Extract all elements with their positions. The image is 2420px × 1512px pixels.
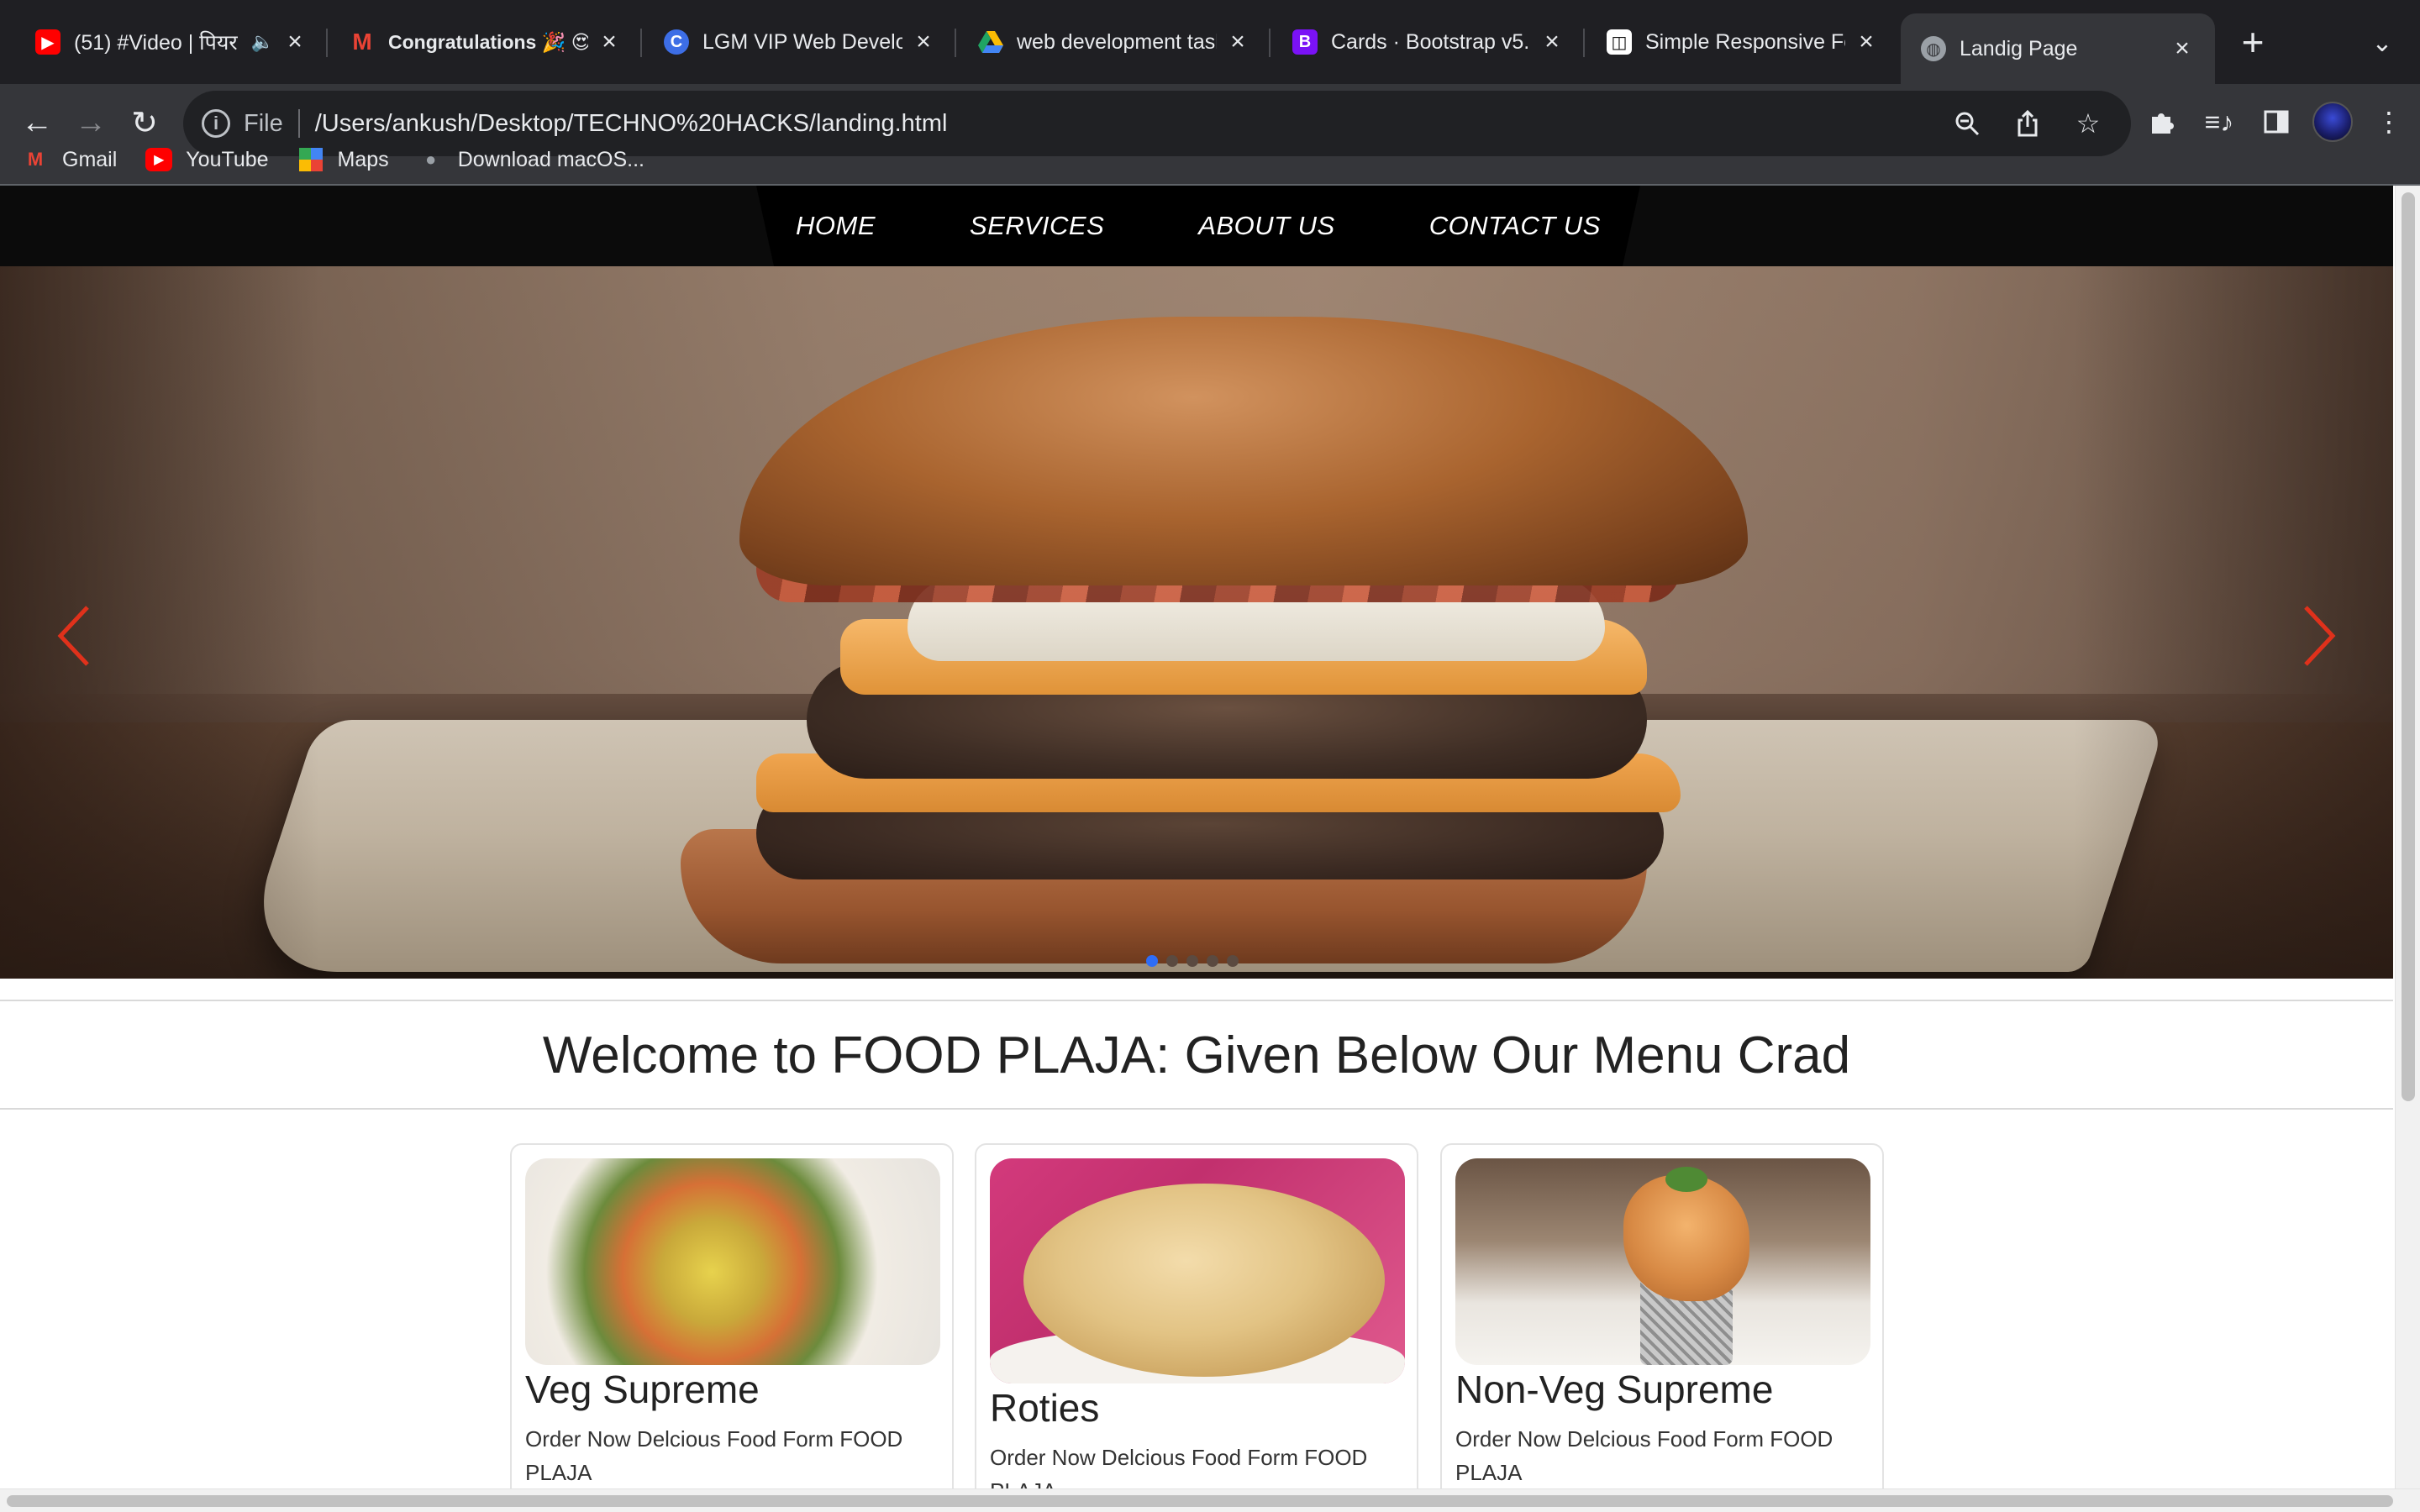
bookmark-gmail[interactable]: M Gmail [22, 148, 117, 172]
carousel-indicator[interactable] [1186, 955, 1198, 967]
carousel-prev-button[interactable] [44, 598, 103, 674]
tab-separator [1269, 29, 1270, 57]
tab-google-drive[interactable]: web development task × [958, 13, 1270, 71]
new-tab-button[interactable]: + [2232, 18, 2274, 66]
tab-lgm[interactable]: C LGM VIP Web Develop × [644, 13, 956, 71]
apple-icon: ● [425, 149, 437, 170]
tab-title: Simple Responsive Fo [1645, 29, 1845, 54]
tab-title: Landig Page [1960, 36, 2078, 60]
tab-title: (51) #Video | पियर [74, 31, 238, 55]
tab-separator [640, 29, 642, 57]
carousel-indicator[interactable] [1207, 955, 1218, 967]
herb-garnish [1665, 1167, 1707, 1192]
bookmarks-bar: M Gmail ▶ YouTube Maps ● Download macOS.… [0, 136, 2420, 183]
bootstrap-icon: B [1292, 29, 1318, 55]
globe-icon: ◍ [1921, 36, 1946, 61]
scrollbar-thumb[interactable] [7, 1495, 2393, 1507]
tab-title: web development task [1017, 29, 1217, 54]
google-drive-icon [978, 29, 1003, 55]
tab-separator [326, 29, 328, 57]
chevron-right-icon [2304, 606, 2336, 666]
carousel-next-button[interactable] [2291, 598, 2349, 674]
tab-codepen[interactable]: ◫ Simple Responsive Fo × [1586, 13, 1899, 71]
close-tab-icon[interactable]: × [597, 28, 622, 55]
divider [0, 1000, 2393, 1001]
carousel-indicators [1146, 955, 1239, 967]
close-tab-icon[interactable]: × [282, 28, 308, 55]
bookmark-label: Maps [337, 147, 389, 171]
menu-card-veg-supreme[interactable]: Veg Supreme Order Now Delcious Food Form… [510, 1143, 954, 1512]
bookmark-label: YouTube [186, 147, 269, 171]
card-title: Veg Supreme [525, 1368, 760, 1411]
tab-strip: ▶ (51) #Video | पियर 🔈 × M Congratulatio… [0, 0, 2420, 84]
tab-youtube-video[interactable]: ▶ (51) #Video | पियर 🔈 × [15, 13, 328, 71]
tab-title: Cards · Bootstrap v5. [1331, 29, 1530, 54]
nav-about-us-link[interactable]: ABOUT US [1198, 211, 1334, 241]
tab-title: Congratulations 🎉 😍 [388, 30, 588, 53]
bookmark-maps[interactable]: Maps [297, 148, 389, 172]
fried-chicken [1623, 1175, 1749, 1301]
puri [1023, 1184, 1385, 1377]
bookmark-download-macos[interactable]: ● Download macOS... [418, 148, 644, 172]
info-icon[interactable]: i [202, 109, 230, 138]
card-image-puri [990, 1158, 1405, 1383]
tab-title: LGM VIP Web Develop [702, 29, 902, 54]
close-tab-icon[interactable]: × [1225, 28, 1250, 55]
tab-gmail[interactable]: M Congratulations 🎉 😍 × [329, 13, 642, 71]
url-text[interactable]: /Users/ankush/Desktop/TECHNO%20HACKS/lan… [315, 110, 948, 138]
divider [0, 1108, 2393, 1110]
bookmark-youtube[interactable]: ▶ YouTube [145, 147, 269, 172]
hero-carousel [0, 266, 2393, 979]
card-image-fried-chicken [1455, 1158, 1870, 1365]
close-tab-icon[interactable]: × [2170, 34, 2195, 62]
close-tab-icon[interactable]: × [1539, 28, 1565, 55]
maps-icon [297, 148, 324, 171]
carousel-indicator[interactable] [1146, 955, 1158, 967]
nav-menu: HOME SERVICES ABOUT US CONTACT US [756, 186, 1640, 266]
lgm-icon: C [664, 29, 689, 55]
codepen-icon: ◫ [1607, 29, 1632, 55]
chevron-down-icon[interactable]: ⌄ [2361, 22, 2403, 64]
site-navbar: HOME SERVICES ABOUT US CONTACT US [0, 186, 2393, 266]
gmail-icon: M [27, 149, 44, 170]
speaker-icon[interactable]: 🔈 [251, 31, 274, 53]
gmail-icon: M [352, 29, 372, 55]
welcome-heading: Welcome to FOOD PLAJA: Given Below Our M… [542, 1026, 1851, 1084]
tab-separator [1583, 29, 1585, 57]
horizontal-scrollbar[interactable] [0, 1488, 2420, 1512]
close-tab-icon[interactable]: × [911, 28, 936, 55]
card-text: Order Now Delcious Food Form FOOD PLAJA [525, 1426, 903, 1485]
tab-separator [955, 29, 956, 57]
carousel-indicator[interactable] [1227, 955, 1239, 967]
menu-card-roties[interactable]: Roties Order Now Delcious Food Form FOOD… [975, 1143, 1418, 1512]
chevron-left-icon [57, 606, 89, 666]
nav-contact-us-link[interactable]: CONTACT US [1429, 211, 1601, 241]
menu-card-non-veg-supreme[interactable]: Non-Veg Supreme Order Now Delcious Food … [1440, 1143, 1884, 1512]
url-scheme: File [244, 109, 283, 137]
page-viewport: HOME SERVICES ABOUT US CONTACT US Welcom… [0, 186, 2420, 1512]
nav-home-link[interactable]: HOME [796, 211, 876, 241]
card-text: Order Now Delcious Food Form FOOD PLAJA [1455, 1426, 1833, 1485]
close-tab-icon[interactable]: × [1854, 28, 1879, 55]
card-title: Roties [990, 1386, 1100, 1430]
vertical-scrollbar[interactable] [2395, 186, 2420, 1488]
bookmark-label: Download macOS... [457, 147, 645, 171]
card-title: Non-Veg Supreme [1455, 1368, 1774, 1411]
carousel-indicator[interactable] [1166, 955, 1178, 967]
address-divider [297, 109, 300, 138]
nav-services-link[interactable]: SERVICES [970, 211, 1104, 241]
youtube-icon: ▶ [145, 148, 173, 171]
tab-bootstrap[interactable]: B Cards · Bootstrap v5. × [1272, 13, 1585, 71]
youtube-icon: ▶ [35, 29, 60, 55]
scrollbar-thumb[interactable] [2402, 192, 2415, 1101]
bookmark-label: Gmail [62, 147, 118, 171]
tab-landing-page[interactable]: ◍ Landig Page × [1901, 13, 2215, 84]
card-image-salad [525, 1158, 940, 1365]
